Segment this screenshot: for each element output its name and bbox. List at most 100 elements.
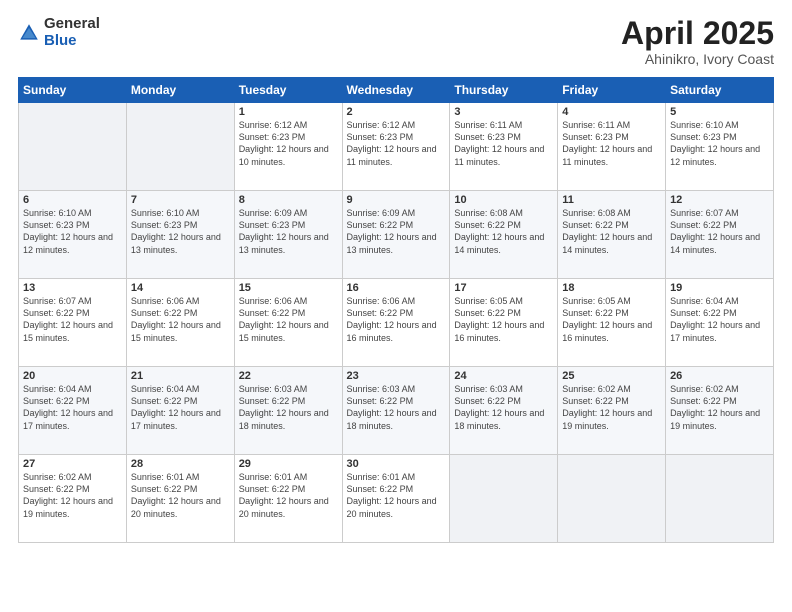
- calendar-cell: [450, 455, 558, 543]
- calendar-cell: 11Sunrise: 6:08 AM Sunset: 6:22 PM Dayli…: [558, 191, 666, 279]
- day-info: Sunrise: 6:06 AM Sunset: 6:22 PM Dayligh…: [239, 295, 338, 344]
- day-number: 1: [239, 106, 338, 118]
- day-header-tuesday: Tuesday: [234, 78, 342, 103]
- calendar-location: Ahinikro, Ivory Coast: [621, 51, 774, 67]
- day-number: 29: [239, 458, 338, 470]
- calendar-cell: 2Sunrise: 6:12 AM Sunset: 6:23 PM Daylig…: [342, 103, 450, 191]
- calendar-week-1: 1 Sunrise: 6:12 AM Sunset: 6:23 PM Daylig…: [19, 103, 774, 191]
- day-info: Sunrise: 6:07 AM Sunset: 6:22 PM Dayligh…: [23, 295, 122, 344]
- calendar-week-2: 6Sunrise: 6:10 AM Sunset: 6:23 PM Daylig…: [19, 191, 774, 279]
- calendar-cell: 20Sunrise: 6:04 AM Sunset: 6:22 PM Dayli…: [19, 367, 127, 455]
- day-info: Sunrise: 6:06 AM Sunset: 6:22 PM Dayligh…: [131, 295, 230, 344]
- calendar-cell: 26Sunrise: 6:02 AM Sunset: 6:22 PM Dayli…: [666, 367, 774, 455]
- day-info: Sunrise: 6:11 AM Sunset: 6:23 PM Dayligh…: [562, 119, 661, 168]
- calendar-cell: 9Sunrise: 6:09 AM Sunset: 6:22 PM Daylig…: [342, 191, 450, 279]
- calendar-cell: 5Sunrise: 6:10 AM Sunset: 6:23 PM Daylig…: [666, 103, 774, 191]
- day-info: Sunrise: 6:07 AM Sunset: 6:22 PM Dayligh…: [670, 207, 769, 256]
- calendar-cell: 18Sunrise: 6:05 AM Sunset: 6:22 PM Dayli…: [558, 279, 666, 367]
- calendar-cell: 30Sunrise: 6:01 AM Sunset: 6:22 PM Dayli…: [342, 455, 450, 543]
- calendar-cell: 19Sunrise: 6:04 AM Sunset: 6:22 PM Dayli…: [666, 279, 774, 367]
- day-info: Sunrise: 6:04 AM Sunset: 6:22 PM Dayligh…: [131, 383, 230, 432]
- day-info: Sunrise: 6:02 AM Sunset: 6:22 PM Dayligh…: [23, 471, 122, 520]
- day-number: 25: [562, 370, 661, 382]
- calendar-week-5: 27Sunrise: 6:02 AM Sunset: 6:22 PM Dayli…: [19, 455, 774, 543]
- day-info: Sunrise: 6:11 AM Sunset: 6:23 PM Dayligh…: [454, 119, 553, 168]
- day-number: 30: [347, 458, 446, 470]
- day-header-monday: Monday: [126, 78, 234, 103]
- logo-icon: [18, 22, 40, 44]
- calendar-cell: 13Sunrise: 6:07 AM Sunset: 6:22 PM Dayli…: [19, 279, 127, 367]
- day-number: 16: [347, 282, 446, 294]
- calendar-cell: 7Sunrise: 6:10 AM Sunset: 6:23 PM Daylig…: [126, 191, 234, 279]
- calendar-cell: 4Sunrise: 6:11 AM Sunset: 6:23 PM Daylig…: [558, 103, 666, 191]
- day-info: Sunrise: 6:02 AM Sunset: 6:22 PM Dayligh…: [670, 383, 769, 432]
- calendar-cell: 15Sunrise: 6:06 AM Sunset: 6:22 PM Dayli…: [234, 279, 342, 367]
- day-number: 11: [562, 194, 661, 206]
- calendar-cell: 16Sunrise: 6:06 AM Sunset: 6:22 PM Dayli…: [342, 279, 450, 367]
- page: General Blue April 2025 Ahinikro, Ivory …: [0, 0, 792, 612]
- calendar-week-4: 20Sunrise: 6:04 AM Sunset: 6:22 PM Dayli…: [19, 367, 774, 455]
- day-number: 14: [131, 282, 230, 294]
- calendar-cell: [19, 103, 127, 191]
- calendar-week-3: 13Sunrise: 6:07 AM Sunset: 6:22 PM Dayli…: [19, 279, 774, 367]
- day-info: Sunrise: 6:09 AM Sunset: 6:22 PM Dayligh…: [347, 207, 446, 256]
- logo-general: General: [44, 16, 100, 33]
- day-number: 18: [562, 282, 661, 294]
- day-info: Sunrise: 6:01 AM Sunset: 6:22 PM Dayligh…: [131, 471, 230, 520]
- day-info: Sunrise: 6:04 AM Sunset: 6:22 PM Dayligh…: [23, 383, 122, 432]
- day-info: Sunrise: 6:04 AM Sunset: 6:22 PM Dayligh…: [670, 295, 769, 344]
- day-number: 22: [239, 370, 338, 382]
- day-number: 26: [670, 370, 769, 382]
- calendar-cell: 6Sunrise: 6:10 AM Sunset: 6:23 PM Daylig…: [19, 191, 127, 279]
- day-header-sunday: Sunday: [19, 78, 127, 103]
- day-number: 15: [239, 282, 338, 294]
- day-info: Sunrise: 6:10 AM Sunset: 6:23 PM Dayligh…: [670, 119, 769, 168]
- title-block: April 2025 Ahinikro, Ivory Coast: [621, 16, 774, 67]
- logo-text: General Blue: [44, 16, 100, 49]
- day-number: 9: [347, 194, 446, 206]
- day-number: 17: [454, 282, 553, 294]
- day-number: 23: [347, 370, 446, 382]
- calendar-cell: 25Sunrise: 6:02 AM Sunset: 6:22 PM Dayli…: [558, 367, 666, 455]
- calendar-cell: 14Sunrise: 6:06 AM Sunset: 6:22 PM Dayli…: [126, 279, 234, 367]
- logo-blue: Blue: [44, 33, 100, 50]
- calendar-title: April 2025: [621, 16, 774, 51]
- day-number: 13: [23, 282, 122, 294]
- day-info: Sunrise: 6:01 AM Sunset: 6:22 PM Dayligh…: [347, 471, 446, 520]
- logo: General Blue: [18, 16, 100, 49]
- header: General Blue April 2025 Ahinikro, Ivory …: [18, 16, 774, 67]
- day-number: 28: [131, 458, 230, 470]
- day-info: Sunrise: 6:06 AM Sunset: 6:22 PM Dayligh…: [347, 295, 446, 344]
- day-info: Sunrise: 6:03 AM Sunset: 6:22 PM Dayligh…: [239, 383, 338, 432]
- calendar-cell: 28Sunrise: 6:01 AM Sunset: 6:22 PM Dayli…: [126, 455, 234, 543]
- calendar-cell: 29Sunrise: 6:01 AM Sunset: 6:22 PM Dayli…: [234, 455, 342, 543]
- day-number: 5: [670, 106, 769, 118]
- calendar-cell: [126, 103, 234, 191]
- day-info: Sunrise: 6:12 AM Sunset: 6:23 PM Dayligh…: [347, 119, 446, 168]
- calendar-cell: 23Sunrise: 6:03 AM Sunset: 6:22 PM Dayli…: [342, 367, 450, 455]
- day-header-wednesday: Wednesday: [342, 78, 450, 103]
- day-number: 3: [454, 106, 553, 118]
- day-number: 6: [23, 194, 122, 206]
- calendar-cell: 12Sunrise: 6:07 AM Sunset: 6:22 PM Dayli…: [666, 191, 774, 279]
- day-number: 10: [454, 194, 553, 206]
- calendar-cell: 10Sunrise: 6:08 AM Sunset: 6:22 PM Dayli…: [450, 191, 558, 279]
- day-info: Sunrise: 6:03 AM Sunset: 6:22 PM Dayligh…: [347, 383, 446, 432]
- day-number: 20: [23, 370, 122, 382]
- calendar-cell: 22Sunrise: 6:03 AM Sunset: 6:22 PM Dayli…: [234, 367, 342, 455]
- day-number: 19: [670, 282, 769, 294]
- day-number: 4: [562, 106, 661, 118]
- calendar-cell: [666, 455, 774, 543]
- calendar-cell: 3Sunrise: 6:11 AM Sunset: 6:23 PM Daylig…: [450, 103, 558, 191]
- day-number: 24: [454, 370, 553, 382]
- day-info: Sunrise: 6:01 AM Sunset: 6:22 PM Dayligh…: [239, 471, 338, 520]
- calendar-cell: 1Sunrise: 6:12 AM Sunset: 6:23 PM Daylig…: [234, 103, 342, 191]
- day-info: Sunrise: 6:09 AM Sunset: 6:23 PM Dayligh…: [239, 207, 338, 256]
- day-header-thursday: Thursday: [450, 78, 558, 103]
- calendar-cell: 17Sunrise: 6:05 AM Sunset: 6:22 PM Dayli…: [450, 279, 558, 367]
- calendar-cell: 8Sunrise: 6:09 AM Sunset: 6:23 PM Daylig…: [234, 191, 342, 279]
- day-header-saturday: Saturday: [666, 78, 774, 103]
- day-info: Sunrise: 6:05 AM Sunset: 6:22 PM Dayligh…: [562, 295, 661, 344]
- calendar-cell: 27Sunrise: 6:02 AM Sunset: 6:22 PM Dayli…: [19, 455, 127, 543]
- day-info: Sunrise: 6:03 AM Sunset: 6:22 PM Dayligh…: [454, 383, 553, 432]
